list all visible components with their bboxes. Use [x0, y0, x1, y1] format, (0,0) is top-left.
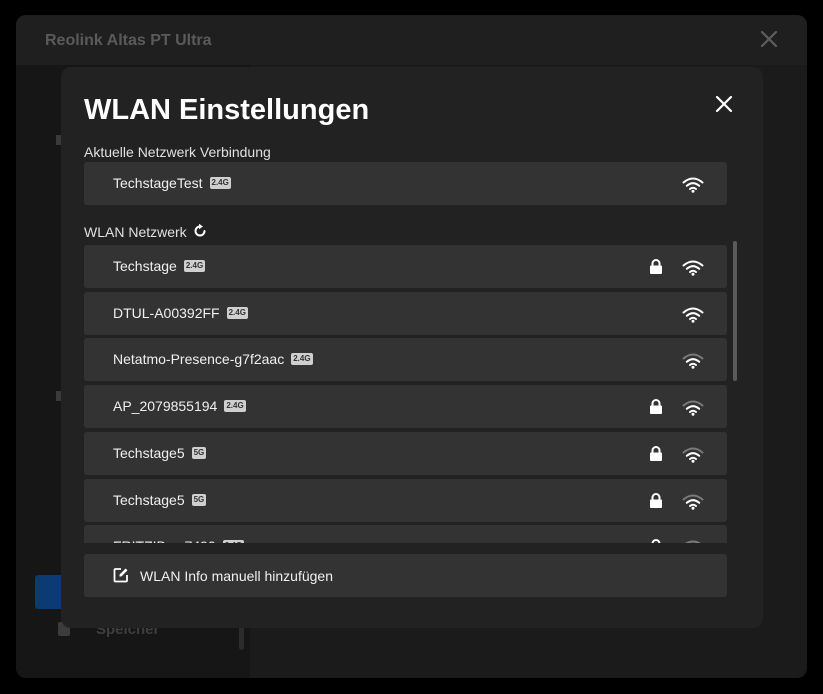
close-icon[interactable]: [714, 94, 734, 114]
network-row[interactable]: Techstage 2.4G: [84, 245, 727, 288]
network-ssid: DTUL-A00392FF: [113, 304, 220, 321]
app-header: Reolink Altas PT Ultra: [16, 15, 807, 65]
refresh-icon[interactable]: [192, 223, 208, 239]
network-row[interactable]: DTUL-A00392FF 2.4G: [84, 291, 727, 335]
app-window-title: Reolink Altas PT Ultra: [45, 32, 212, 49]
band-badge: 2.4G: [209, 177, 231, 189]
current-connection-label: Aktuelle Netzwerk Verbindung: [84, 144, 271, 160]
network-list-scrollbar[interactable]: [733, 241, 737, 381]
wifi-medium-icon: [682, 494, 704, 510]
lock-icon: [650, 259, 662, 274]
band-badge: 2.4G: [224, 400, 246, 413]
network-row[interactable]: AP_2079855194 2.4G: [84, 385, 727, 429]
network-row[interactable]: Techstage5 5G: [84, 478, 727, 522]
band-badge: 2.4G: [226, 306, 248, 319]
wlan-settings-dialog: WLAN Einstellungen Aktuelle Netzwerk Ver…: [61, 67, 763, 628]
lock-icon: [650, 492, 662, 508]
wifi-weak-icon: [685, 540, 701, 543]
network-ssid: Techstage5: [113, 491, 185, 508]
networks-label: WLAN Netzwerk: [84, 224, 187, 240]
network-row[interactable]: Techstage5 5G: [84, 431, 727, 475]
network-row[interactable]: Netatmo-Presence-g7f2aac 2.4G: [84, 338, 727, 382]
band-badge: 5G: [191, 446, 207, 459]
add-network-manually-label: WLAN Info manuell hinzufügen: [140, 568, 333, 584]
lock-icon: [651, 539, 661, 543]
edit-icon: [113, 568, 128, 583]
network-ssid: TechstageTest: [113, 175, 203, 191]
lock-icon: [650, 399, 662, 415]
wifi-strong-icon: [682, 177, 704, 193]
current-network-row: TechstageTest 2.4G: [84, 162, 727, 205]
add-network-manually-button[interactable]: WLAN Info manuell hinzufügen: [84, 554, 727, 597]
dialog-title: WLAN Einstellungen: [84, 94, 370, 126]
network-ssid: FRITZ!Box 7490: [113, 538, 216, 543]
band-badge: 2.4G: [222, 540, 245, 543]
lock-icon: [650, 445, 662, 461]
wifi-medium-icon: [682, 353, 704, 370]
network-ssid: Techstage5: [113, 444, 185, 461]
band-badge: 2.4G: [291, 353, 313, 366]
network-ssid: Techstage: [113, 258, 177, 274]
network-ssid: AP_2079855194: [113, 398, 218, 415]
network-row[interactable]: FRITZ!Box 7490 2.4G: [84, 525, 727, 543]
network-ssid: Netatmo-Presence-g7f2aac: [113, 351, 285, 368]
wifi-strong-icon: [682, 307, 704, 323]
wifi-medium-icon: [682, 447, 704, 463]
band-badge: 2.4G: [183, 260, 206, 272]
close-icon[interactable]: [759, 29, 779, 49]
network-list[interactable]: Techstage 2.4G DTUL-A00392FF 2.4G Netatmo-Pr…: [61, 243, 741, 543]
band-badge: 5G: [191, 493, 207, 506]
wifi-strong-icon: [682, 260, 704, 276]
wifi-medium-icon: [682, 400, 704, 416]
